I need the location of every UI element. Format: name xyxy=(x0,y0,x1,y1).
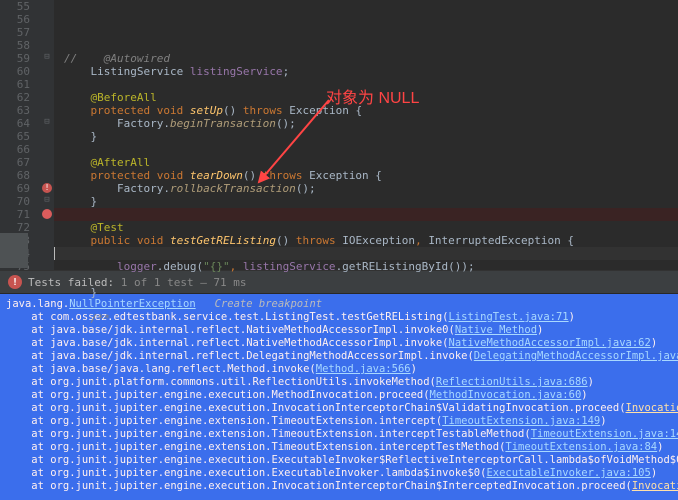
code-line[interactable]: @Test xyxy=(64,221,678,234)
code-line[interactable]: public void testGetREListing() throws IO… xyxy=(64,234,678,247)
line-number: 60 xyxy=(0,65,30,78)
stack-frame[interactable]: at org.junit.jupiter.engine.execution.In… xyxy=(6,480,672,493)
line-number: 56 xyxy=(0,13,30,26)
line-number: 61 xyxy=(0,78,30,91)
line-number: 65 xyxy=(0,130,30,143)
fold-toggle-icon[interactable]: ⊟ xyxy=(42,195,52,205)
source-link[interactable]: TimeoutExtension.java:149 xyxy=(442,415,600,427)
source-link[interactable]: TimeoutExtension.java:140 xyxy=(531,428,678,440)
code-line[interactable]: /** xyxy=(64,312,678,325)
line-number: 55 xyxy=(0,0,30,13)
source-link[interactable]: ExecutableInvoker.java:105 xyxy=(486,467,650,479)
line-number: 62 xyxy=(0,91,30,104)
text-caret xyxy=(54,247,55,260)
code-line[interactable]: @AfterAll xyxy=(64,156,678,169)
left-tool-strip xyxy=(0,233,28,268)
error-line-highlight xyxy=(54,208,678,221)
current-line-highlight xyxy=(54,247,678,260)
stack-frame[interactable]: at org.junit.jupiter.engine.extension.Ti… xyxy=(6,415,672,428)
code-line[interactable] xyxy=(64,299,678,312)
stack-frame[interactable]: at org.junit.jupiter.engine.extension.Ti… xyxy=(6,441,672,454)
source-link[interactable]: InvocationInterceptorChain.java:131 xyxy=(626,402,678,414)
stack-frame[interactable]: at org.junit.platform.commons.util.Refle… xyxy=(6,376,672,389)
line-number: 59 xyxy=(0,52,30,65)
code-editor[interactable]: 5556575859606162636465666768697071727374… xyxy=(0,0,678,270)
stack-frame[interactable]: at org.junit.jupiter.engine.execution.In… xyxy=(6,402,672,415)
stack-frame[interactable]: at org.junit.jupiter.engine.execution.Ex… xyxy=(6,467,672,480)
source-link[interactable]: Native Method xyxy=(455,324,537,336)
source-link[interactable]: InvocationInterceptorChain.java:106 xyxy=(632,480,678,492)
source-link[interactable]: DelegatingMethodAccessorImpl.java:43 xyxy=(474,350,678,362)
stack-frame[interactable]: at java.base/jdk.internal.reflect.Delega… xyxy=(6,350,672,363)
breakpoint-icon[interactable] xyxy=(42,209,52,219)
code-line[interactable]: logger.debug("{}", listingService.getREL… xyxy=(64,260,678,273)
line-number: 67 xyxy=(0,156,30,169)
code-line[interactable] xyxy=(64,143,678,156)
line-number: 68 xyxy=(0,169,30,182)
line-number: 71 xyxy=(0,208,30,221)
annotation-label: 对象为 NULL xyxy=(326,92,419,105)
code-line[interactable]: Factory.rollbackTransaction(); xyxy=(64,182,678,195)
line-number-gutter[interactable]: 5556575859606162636465666768697071727374… xyxy=(0,0,40,270)
line-number: 58 xyxy=(0,39,30,52)
code-line[interactable]: } xyxy=(64,286,678,299)
tests-failed-icon: ! xyxy=(8,275,22,289)
source-link[interactable]: Method.java:566 xyxy=(316,363,411,375)
fold-gutter[interactable]: ⊟ ⊟ ⊟! xyxy=(40,0,54,270)
line-number: 57 xyxy=(0,26,30,39)
line-number: 64 xyxy=(0,117,30,130)
stack-frame[interactable]: at org.junit.jupiter.engine.extension.Ti… xyxy=(6,428,672,441)
code-line[interactable]: ListingService listingService; xyxy=(64,65,678,78)
code-area[interactable]: 对象为 NULL // @Autowired ListingService li… xyxy=(54,0,678,270)
code-line[interactable]: protected void tearDown() throws Excepti… xyxy=(64,169,678,182)
stack-frame[interactable]: at org.junit.jupiter.engine.execution.Ex… xyxy=(6,454,672,467)
source-link[interactable]: NativeMethodAccessorImpl.java:62 xyxy=(449,337,651,349)
error-gutter-icon[interactable]: ! xyxy=(42,183,52,193)
line-number: 63 xyxy=(0,104,30,117)
source-link[interactable]: ReflectionUtils.java:686 xyxy=(436,376,588,388)
code-line[interactable]: // @Autowired xyxy=(64,52,678,65)
line-number: 70 xyxy=(0,195,30,208)
line-number: 66 xyxy=(0,143,30,156)
stack-frame[interactable]: at org.junit.jupiter.engine.execution.Me… xyxy=(6,389,672,402)
stack-frame[interactable]: at java.base/jdk.internal.reflect.Native… xyxy=(6,324,672,337)
source-link[interactable]: TimeoutExtension.java:84 xyxy=(505,441,657,453)
fold-toggle-icon[interactable]: ⊟ xyxy=(42,52,52,62)
code-line[interactable]: Factory.beginTransaction(); xyxy=(64,117,678,130)
code-line[interactable]: } xyxy=(64,195,678,208)
code-line[interactable]: } xyxy=(64,130,678,143)
fold-toggle-icon[interactable]: ⊟ xyxy=(42,117,52,127)
stack-frame[interactable]: at java.base/java.lang.reflect.Method.in… xyxy=(6,363,672,376)
code-line[interactable] xyxy=(64,273,678,286)
line-number: 69 xyxy=(0,182,30,195)
stack-frame[interactable]: at java.base/jdk.internal.reflect.Native… xyxy=(6,337,672,350)
source-link[interactable]: MethodInvocation.java:60 xyxy=(430,389,582,401)
